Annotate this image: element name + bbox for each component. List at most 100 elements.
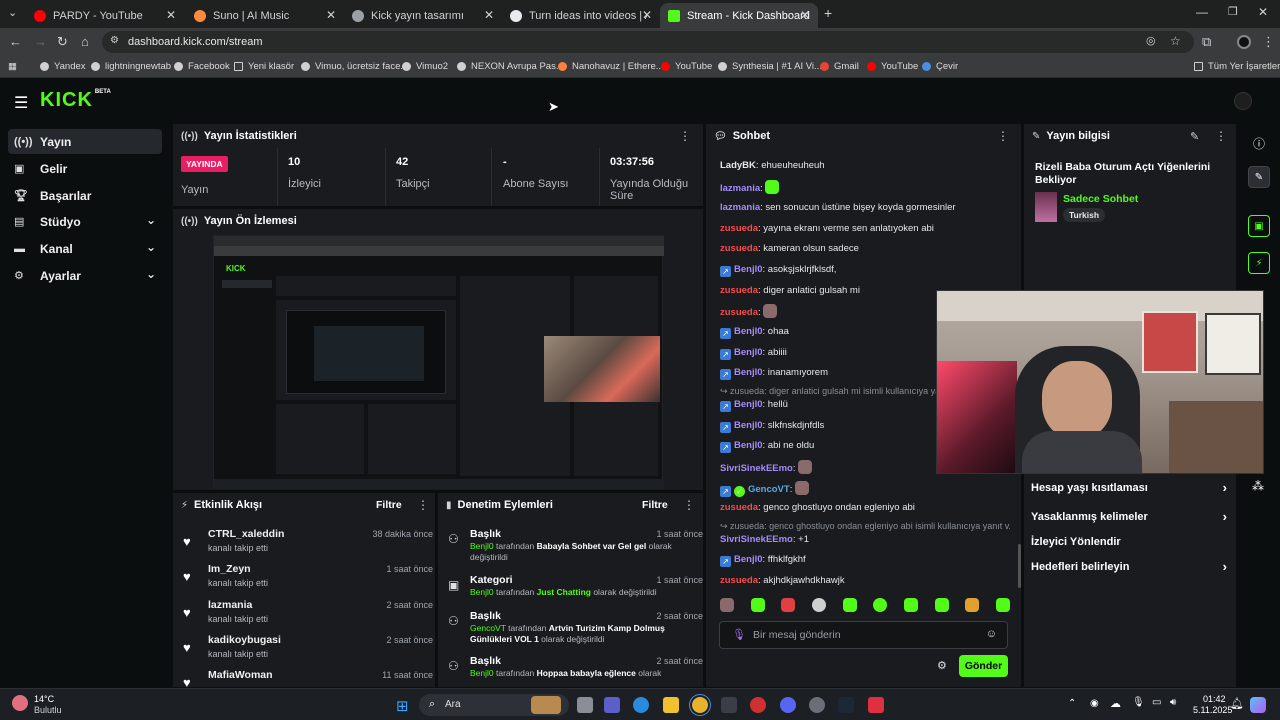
bookmark-vimuo2[interactable]: Vimuo2 (402, 61, 448, 72)
weather-icon[interactable] (12, 695, 28, 711)
activity-user[interactable]: MafiaWoman (208, 669, 273, 681)
rail-button-1[interactable]: ▣ (1248, 215, 1270, 237)
sidebar-item-studyo[interactable]: ▤ Stüdyo ⌄ (8, 209, 162, 234)
tab-kick-dashboard[interactable]: Stream - Kick Dashboard ✕ (660, 3, 818, 28)
chat-settings-icon[interactable]: ⚙ (937, 659, 947, 672)
cloud-icon[interactable]: ☁ (1110, 697, 1121, 710)
info-icon[interactable]: ⓘ (1253, 135, 1265, 152)
emote-icon[interactable] (750, 598, 765, 612)
mic-icon[interactable]: 🎙︎ (1132, 697, 1145, 708)
bookmark-yandex[interactable]: Yandex (40, 61, 86, 72)
apps-icon[interactable]: ▦ (8, 61, 17, 72)
all-bookmarks[interactable]: Tüm Yer İşaretleri (1194, 61, 1280, 72)
activity-user[interactable]: CTRL_xaleddin (208, 528, 284, 540)
clock-date[interactable]: 5.11.2025 (1193, 705, 1232, 715)
share-icon[interactable]: ⁂ (1252, 479, 1264, 493)
app-icon[interactable] (868, 697, 884, 713)
option-banned-words[interactable]: Yasaklanmış kelimeler › (1031, 509, 1227, 524)
windows-start-icon[interactable]: ⊞ (396, 697, 409, 715)
edge-icon[interactable] (633, 697, 649, 713)
chat-input[interactable]: 🎙︎ Bir mesaj gönderin ☺ (719, 621, 1008, 649)
emote-icon[interactable] (934, 598, 949, 612)
opera-icon[interactable] (750, 697, 766, 713)
sidebar-item-gelir[interactable]: ▣ Gelir (8, 156, 162, 181)
extensions-icon[interactable]: ⧉ (1202, 34, 1211, 50)
emoji-icon[interactable]: ☺ (986, 628, 997, 640)
tab-youtube[interactable]: PARDY - YouTube ✕ (26, 3, 184, 28)
more-options-icon[interactable]: ⋮ (679, 129, 691, 143)
activity-user[interactable]: kadikoybugasi (208, 634, 281, 646)
hamburger-menu-icon[interactable]: ☰ (14, 93, 28, 113)
filter-button[interactable]: Filtre (376, 499, 402, 511)
bookmark-gmail[interactable]: Gmail (820, 61, 859, 72)
site-info-icon[interactable]: ⚙ (110, 35, 119, 46)
bookmark-youtube[interactable]: YouTube (661, 61, 712, 72)
copilot-icon[interactable] (1250, 697, 1266, 713)
tray-chevron-icon[interactable]: ⌃ (1068, 698, 1076, 709)
tab-search-icon[interactable]: ⌄ (8, 6, 17, 19)
activity-user[interactable]: lazmania (208, 599, 252, 611)
more-options-icon[interactable]: ⋮ (997, 129, 1009, 143)
emote-icon[interactable] (842, 598, 857, 612)
profile-avatar[interactable] (1237, 35, 1251, 49)
address-bar[interactable]: ⚙ dashboard.kick.com/stream ◎ ☆ (102, 31, 1194, 53)
option-account-age[interactable]: Hesap yaşı kısıtlaması › (1031, 480, 1227, 495)
taskbar-search[interactable]: ⌕ Ara (419, 694, 569, 716)
store-icon[interactable] (721, 697, 737, 713)
option-redirect[interactable]: İzleyici Yönlendir (1031, 536, 1227, 548)
display-icon[interactable]: ▭ (1152, 697, 1161, 708)
star-icon[interactable]: ☆ (1170, 34, 1181, 48)
volume-icon[interactable]: 🔊︎ (1170, 697, 1176, 708)
bookmark-nexon[interactable]: NEXON Avrupa Pas... (457, 61, 564, 72)
close-window-icon[interactable]: ✕ (1258, 5, 1268, 19)
edit-icon[interactable]: ✎ (1190, 130, 1199, 143)
more-options-icon[interactable]: ⋮ (683, 498, 695, 512)
send-button[interactable]: Gönder (959, 655, 1008, 677)
emote-icon[interactable] (781, 598, 796, 612)
back-icon[interactable]: ← (9, 34, 22, 49)
filter-button[interactable]: Filtre (642, 499, 668, 511)
sidebar-item-basarilar[interactable]: 🏆︎ Başarılar (8, 183, 162, 208)
steam-icon[interactable] (838, 697, 854, 713)
discord-icon[interactable] (780, 697, 796, 713)
bookmark-folder[interactable]: Yeni klasör (234, 61, 294, 72)
emote-icon[interactable] (995, 598, 1010, 612)
bookmark-translate[interactable]: Çevir (922, 61, 958, 72)
restore-icon[interactable]: ❐ (1228, 5, 1238, 18)
tray-app-icon[interactable]: ◉ (1090, 698, 1099, 709)
more-options-icon[interactable]: ⋮ (1215, 129, 1227, 143)
more-options-icon[interactable]: ⋮ (417, 498, 429, 512)
emote-icon[interactable] (811, 598, 826, 612)
file-explorer-icon[interactable] (663, 697, 679, 713)
emote-icon[interactable] (903, 598, 918, 612)
kick-logo[interactable]: KICK BETA (40, 89, 111, 111)
notification-icon[interactable]: 🔔︎ (1230, 697, 1244, 710)
microphone-icon[interactable]: 🎙︎ (732, 628, 746, 641)
option-goals[interactable]: Hedefleri belirleyin › (1031, 559, 1227, 574)
webcam-overlay[interactable] (936, 290, 1264, 474)
close-icon[interactable]: ✕ (642, 8, 652, 22)
close-icon[interactable]: ✕ (326, 8, 336, 22)
tab-suno[interactable]: Suno | AI Music ✕ (186, 3, 344, 28)
tab-ai-video[interactable]: Turn ideas into videos | AI vide ✕ (502, 3, 660, 28)
bookmark-lightning[interactable]: lightningnewtab (91, 61, 171, 72)
home-icon[interactable]: ⌂ (81, 34, 89, 49)
menu-icon[interactable]: ⋮ (1262, 34, 1275, 50)
clock-time[interactable]: 01:42 (1203, 694, 1226, 704)
emote-icon[interactable] (965, 598, 980, 612)
reload-icon[interactable]: ↻ (57, 34, 68, 50)
teams-icon[interactable] (604, 697, 620, 713)
user-avatar[interactable] (1234, 92, 1252, 110)
bookmark-vimuo[interactable]: Vimuo, ücretsiz face... (301, 61, 408, 72)
activity-user[interactable]: Im_Zeyn (208, 563, 251, 575)
eye-off-icon[interactable]: ◎ (1146, 34, 1156, 47)
bookmark-youtube-2[interactable]: YouTube (867, 61, 918, 72)
preview-video[interactable]: KICK (213, 235, 664, 489)
minimize-icon[interactable]: — (1196, 5, 1208, 19)
chat-scrollbar[interactable] (1018, 544, 1021, 588)
tab-kick-design[interactable]: Kick yayın tasarımı ✕ (344, 3, 502, 28)
close-icon[interactable]: ✕ (484, 8, 494, 22)
sidebar-item-yayin[interactable]: ((•)) Yayın (8, 129, 162, 154)
emote-icon[interactable] (873, 598, 888, 612)
bookmark-synthesia[interactable]: Synthesia | #1 AI Vi... (718, 61, 822, 72)
